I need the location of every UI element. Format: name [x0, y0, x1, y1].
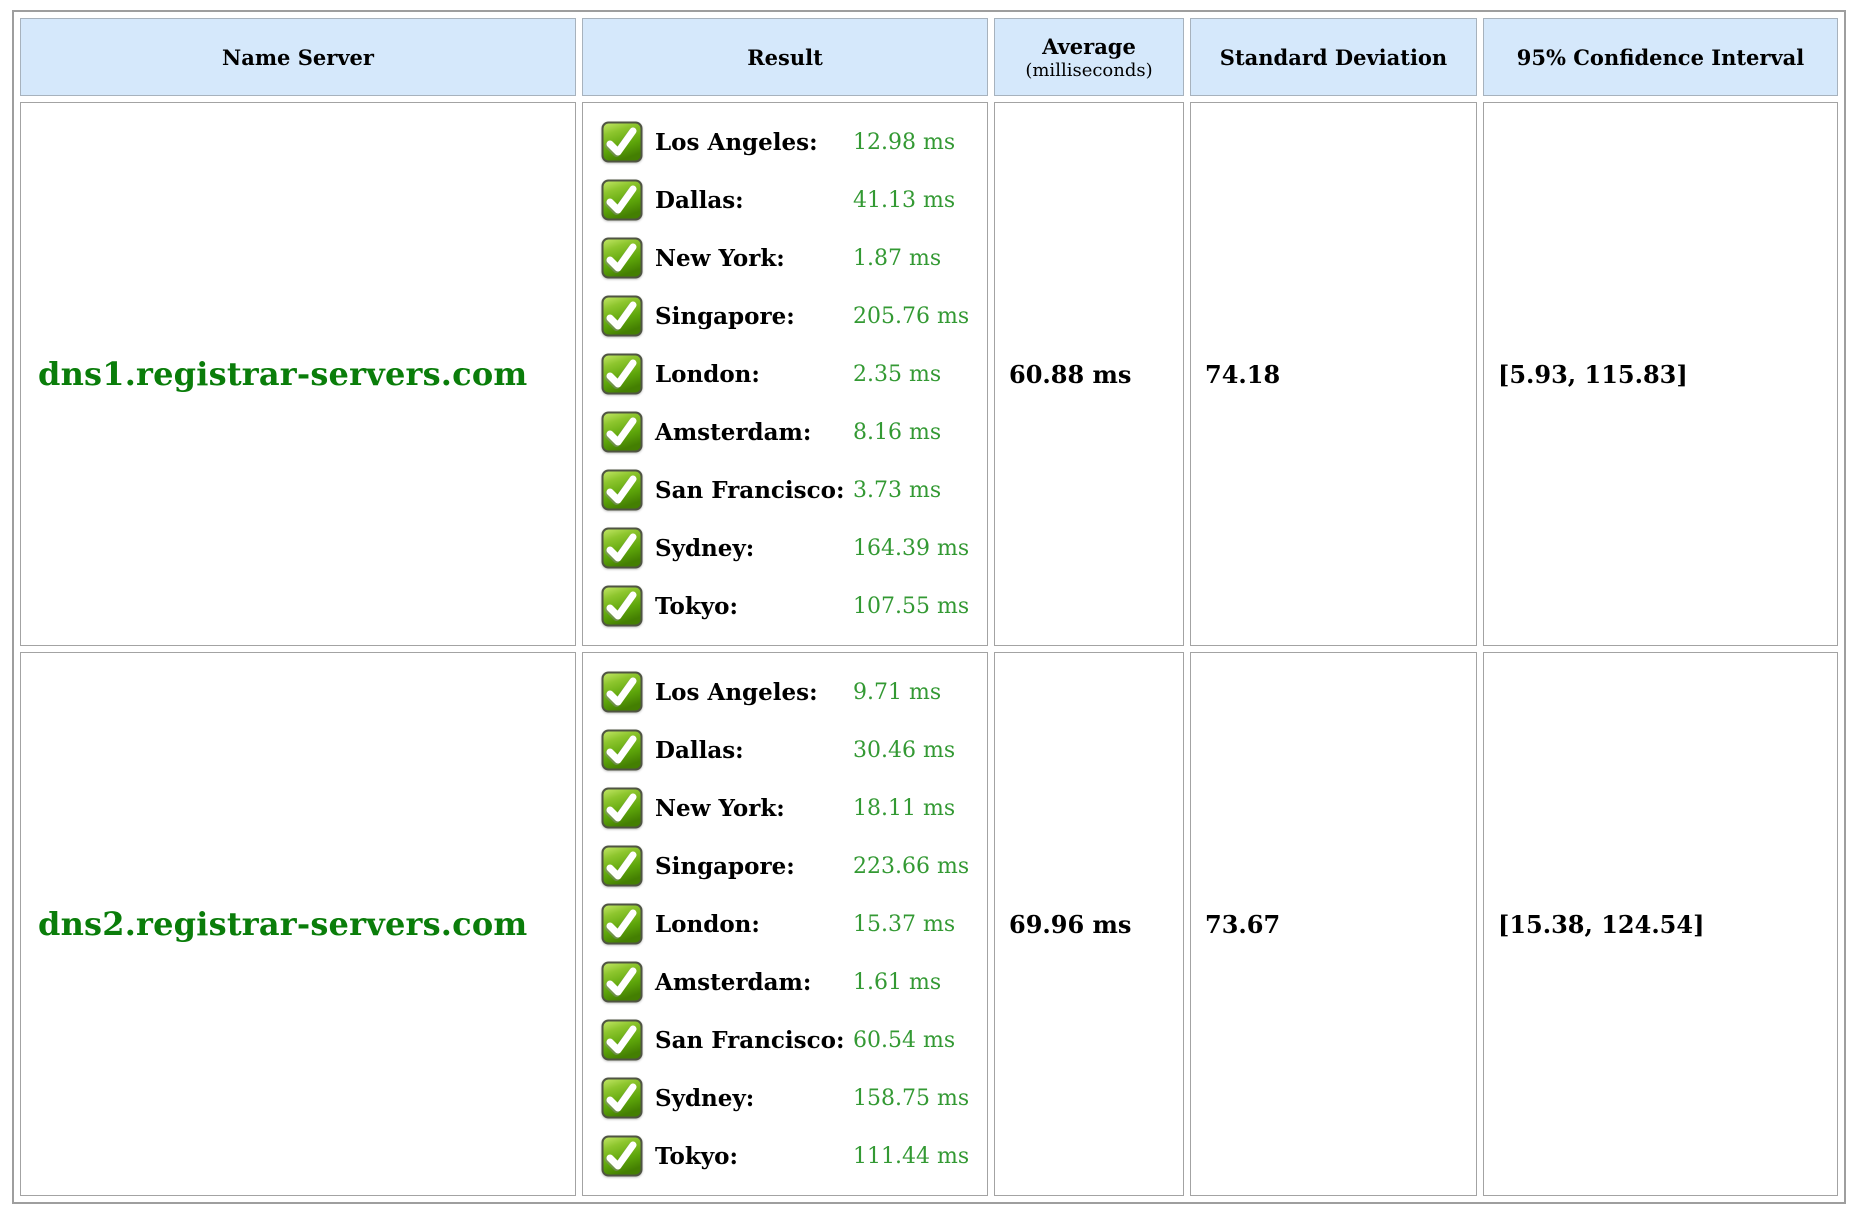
result-item: Los Angeles: 9.71 ms [601, 663, 979, 721]
col-header-std-dev: Standard Deviation [1190, 18, 1477, 96]
col-header-confidence-interval: 95% Confidence Interval [1483, 18, 1838, 96]
result-latency: 41.13 ms [853, 188, 955, 213]
result-location: London: [655, 911, 853, 938]
result-location: Sydney: [655, 1085, 853, 1112]
check-icon [601, 585, 643, 627]
check-icon [601, 469, 643, 511]
check-icon [601, 237, 643, 279]
header-row: Name Server Result Average (milliseconds… [20, 18, 1838, 96]
result-latency: 107.55 ms [853, 594, 969, 619]
dns-speed-test-table: Name Server Result Average (milliseconds… [12, 10, 1846, 1204]
result-item: Dallas: 41.13 ms [601, 171, 979, 229]
col-header-result: Result [582, 18, 988, 96]
name-server: dns2.registrar-servers.com [38, 905, 527, 943]
average-cell: 60.88 ms [994, 102, 1184, 646]
col-header-average-unit: (milliseconds) [1001, 60, 1177, 81]
result-location: Los Angeles: [655, 679, 853, 706]
result-latency: 223.66 ms [853, 854, 969, 879]
server-row-dns1: dns1.registrar-servers.com Los Angeles: … [20, 102, 1838, 646]
check-icon [601, 671, 643, 713]
server-row-dns2: dns2.registrar-servers.com Los Angeles: … [20, 652, 1838, 1196]
result-cell: Los Angeles: 9.71 ms Dallas: 30.46 ms Ne… [582, 652, 988, 1196]
col-header-name-server: Name Server [20, 18, 576, 96]
check-icon [601, 845, 643, 887]
result-location: Dallas: [655, 737, 853, 764]
result-location: Los Angeles: [655, 129, 853, 156]
check-icon [601, 729, 643, 771]
check-icon [601, 411, 643, 453]
result-location: New York: [655, 795, 853, 822]
result-location: Sydney: [655, 535, 853, 562]
result-item: Singapore: 205.76 ms [601, 287, 979, 345]
result-item: Tokyo: 111.44 ms [601, 1127, 979, 1185]
result-item: London: 15.37 ms [601, 895, 979, 953]
result-location: Singapore: [655, 853, 853, 880]
result-latency: 164.39 ms [853, 536, 969, 561]
result-location: New York: [655, 245, 853, 272]
result-latency: 111.44 ms [853, 1144, 969, 1169]
result-item: New York: 1.87 ms [601, 229, 979, 287]
result-item: Amsterdam: 8.16 ms [601, 403, 979, 461]
result-latency: 1.87 ms [853, 246, 941, 271]
check-icon [601, 527, 643, 569]
result-latency: 12.98 ms [853, 130, 955, 155]
col-header-average: Average (milliseconds) [994, 18, 1184, 96]
confidence-interval-cell: [5.93, 115.83] [1483, 102, 1838, 646]
result-latency: 1.61 ms [853, 970, 941, 995]
check-icon [601, 1019, 643, 1061]
result-location: Amsterdam: [655, 969, 853, 996]
check-icon [601, 787, 643, 829]
result-location: San Francisco: [655, 1027, 853, 1054]
result-latency: 3.73 ms [853, 478, 941, 503]
average-cell: 69.96 ms [994, 652, 1184, 1196]
result-location: Tokyo: [655, 593, 853, 620]
result-item: Tokyo: 107.55 ms [601, 577, 979, 635]
result-item: Dallas: 30.46 ms [601, 721, 979, 779]
name-server: dns1.registrar-servers.com [38, 355, 527, 393]
check-icon [601, 903, 643, 945]
check-icon [601, 179, 643, 221]
result-latency: 60.54 ms [853, 1028, 955, 1053]
check-icon [601, 295, 643, 337]
result-latency: 158.75 ms [853, 1086, 969, 1111]
check-icon [601, 353, 643, 395]
result-item: Los Angeles: 12.98 ms [601, 113, 979, 171]
check-icon [601, 1077, 643, 1119]
result-latency: 30.46 ms [853, 738, 955, 763]
std-dev-cell: 73.67 [1190, 652, 1477, 1196]
result-latency: 18.11 ms [853, 796, 955, 821]
result-latency: 2.35 ms [853, 362, 941, 387]
check-icon [601, 961, 643, 1003]
result-latency: 8.16 ms [853, 420, 941, 445]
result-location: Singapore: [655, 303, 853, 330]
result-item: Singapore: 223.66 ms [601, 837, 979, 895]
check-icon [601, 1135, 643, 1177]
result-item: Sydney: 158.75 ms [601, 1069, 979, 1127]
col-header-average-title: Average [1001, 34, 1177, 59]
result-location: Amsterdam: [655, 419, 853, 446]
result-item: Sydney: 164.39 ms [601, 519, 979, 577]
result-item: Amsterdam: 1.61 ms [601, 953, 979, 1011]
name-server-cell: dns2.registrar-servers.com [20, 652, 576, 1196]
result-location: London: [655, 361, 853, 388]
result-latency: 15.37 ms [853, 912, 955, 937]
result-location: San Francisco: [655, 477, 853, 504]
result-cell: Los Angeles: 12.98 ms Dallas: 41.13 ms N… [582, 102, 988, 646]
result-location: Tokyo: [655, 1143, 853, 1170]
name-server-cell: dns1.registrar-servers.com [20, 102, 576, 646]
result-location: Dallas: [655, 187, 853, 214]
std-dev-cell: 74.18 [1190, 102, 1477, 646]
result-item: New York: 18.11 ms [601, 779, 979, 837]
check-icon [601, 121, 643, 163]
result-item: London: 2.35 ms [601, 345, 979, 403]
confidence-interval-cell: [15.38, 124.54] [1483, 652, 1838, 1196]
result-item: San Francisco: 3.73 ms [601, 461, 979, 519]
result-latency: 9.71 ms [853, 680, 941, 705]
result-item: San Francisco: 60.54 ms [601, 1011, 979, 1069]
result-latency: 205.76 ms [853, 304, 969, 329]
